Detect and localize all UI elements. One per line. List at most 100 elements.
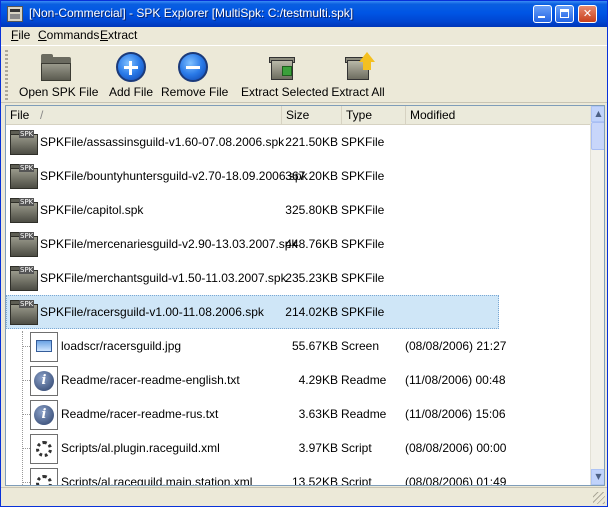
menu-file[interactable]: File [11, 28, 30, 42]
scroll-down-button[interactable]: ▼ [591, 469, 604, 485]
file-modified: (08/08/2006) 21:27 [405, 339, 507, 353]
file-size: 214.02KB [285, 305, 338, 319]
file-size: 4.29KB [298, 373, 338, 387]
spk-file-icon: SPK [10, 164, 38, 190]
file-type: Script [341, 475, 372, 486]
script-file-icon [30, 434, 58, 464]
extract-all-label: Extract All [331, 85, 385, 99]
list-header: File / Size Type Modified [6, 106, 590, 125]
file-name: SPKFile/assassinsguild-v1.60-07.08.2006.… [40, 135, 285, 149]
close-icon: ✕ [582, 7, 593, 20]
maximize-button[interactable] [555, 5, 574, 23]
list-item[interactable]: SPK SPKFile/merchantsguild-v1.50-11.03.2… [6, 261, 590, 295]
status-bar [1, 487, 607, 506]
file-size: 3.97KB [298, 441, 338, 455]
file-type: Readme [341, 373, 387, 387]
file-name: SPKFile/bountyhuntersguild-v2.70-18.09.2… [40, 169, 308, 183]
file-type: SPKFile [341, 237, 385, 251]
extract-all-button[interactable]: Extract All [331, 50, 385, 102]
list-item[interactable]: loadscr/racersguild.jpg 55.67KB Screen (… [6, 329, 590, 363]
minimize-icon [538, 16, 545, 18]
file-size: 221.50KB [285, 135, 338, 149]
file-modified: (08/08/2006) 00:00 [405, 441, 507, 455]
title-bar[interactable]: [Non-Commercial] - SPK Explorer [MultiSp… [1, 1, 607, 27]
column-type[interactable]: Type [342, 106, 406, 125]
resize-grip[interactable] [593, 492, 605, 504]
file-name: loadscr/racersguild.jpg [61, 339, 182, 353]
file-name: Scripts/al.raceguild.main.station.xml [61, 475, 253, 486]
extract-selected-label: Extract Selected [241, 85, 329, 99]
file-name: SPKFile/capitol.spk [40, 203, 144, 217]
menu-extract[interactable]: Extract [100, 28, 137, 42]
minus-icon [178, 52, 208, 82]
file-name: SPKFile/mercenariesguild-v2.90-13.03.200… [40, 237, 298, 251]
scroll-up-button[interactable]: ▲ [591, 106, 604, 122]
column-size[interactable]: Size [282, 106, 342, 125]
file-size: 3.63KB [298, 407, 338, 421]
file-name: Readme/racer-readme-rus.txt [61, 407, 219, 421]
column-file[interactable]: File / [6, 106, 282, 125]
app-icon[interactable] [7, 6, 23, 22]
list-item[interactable]: SPK SPKFile/mercenariesguild-v2.90-13.03… [6, 227, 590, 261]
extract-all-icon [341, 52, 375, 84]
spk-file-icon: SPK [10, 300, 38, 326]
list-item[interactable]: i Readme/racer-readme-rus.txt 3.63KB Rea… [6, 397, 590, 431]
file-size: 55.67KB [291, 339, 338, 353]
close-button[interactable]: ✕ [578, 5, 597, 23]
column-modified[interactable]: Modified [406, 106, 590, 125]
list-item[interactable]: i Readme/racer-readme-english.txt 4.29KB… [6, 363, 590, 397]
file-size: 235.23KB [285, 271, 338, 285]
maximize-icon [560, 9, 569, 18]
info-file-icon: i [30, 400, 58, 430]
file-type: SPKFile [341, 271, 385, 285]
add-file-label: Add File [109, 85, 154, 99]
file-type: SPKFile [341, 135, 385, 149]
list-item[interactable]: SPK SPKFile/bountyhuntersguild-v2.70-18.… [6, 159, 590, 193]
minimize-button[interactable] [533, 5, 552, 23]
spk-file-icon: SPK [10, 130, 38, 156]
open-spk-file-label: Open SPK File [19, 85, 99, 99]
toolbar-grip[interactable] [5, 50, 8, 100]
file-size: 325.80KB [285, 203, 338, 217]
column-file-label: File [10, 108, 30, 122]
file-name: SPKFile/merchantsguild-v1.50-11.03.2007.… [40, 271, 287, 285]
file-type: Readme [341, 407, 387, 421]
file-name: Readme/racer-readme-english.txt [61, 373, 240, 387]
add-file-button[interactable]: Add File [109, 50, 153, 102]
file-type: SPKFile [341, 305, 385, 319]
open-spk-file-button[interactable]: Open SPK File [19, 50, 99, 102]
spk-file-icon: SPK [10, 232, 38, 258]
scroll-thumb[interactable] [591, 122, 604, 150]
file-list[interactable]: File / Size Type Modified SPK SPKFile/as… [5, 105, 605, 486]
sort-indicator: / [40, 108, 44, 122]
file-modified: (08/08/2006) 01:49 [405, 475, 507, 486]
spk-file-icon: SPK [10, 266, 38, 292]
list-item[interactable]: Scripts/al.plugin.raceguild.xml 3.97KB S… [6, 431, 590, 465]
list-item[interactable]: SPK SPKFile/capitol.spk 325.80KB SPKFile [6, 193, 590, 227]
remove-file-label: Remove File [161, 85, 229, 99]
window-title: [Non-Commercial] - SPK Explorer [MultiSp… [29, 6, 354, 20]
file-size: 448.76KB [285, 237, 338, 251]
file-size: 13.52KB [291, 475, 338, 486]
file-name: SPKFile/racersguild-v1.00-11.08.2006.spk [40, 305, 264, 319]
extract-selected-icon [265, 52, 299, 84]
list-item-selected[interactable]: SPK SPKFile/racersguild-v1.00-11.08.2006… [6, 295, 590, 329]
file-name: Scripts/al.plugin.raceguild.xml [61, 441, 220, 455]
plus-icon [116, 52, 146, 82]
spk-file-icon: SPK [10, 198, 38, 224]
toolbar: Open SPK File Add File Remove File Extra… [1, 45, 607, 103]
script-file-icon [30, 468, 58, 485]
file-type: Script [341, 441, 372, 455]
folder-icon [39, 52, 73, 84]
list-item[interactable]: SPK SPKFile/assassinsguild-v1.60-07.08.2… [6, 125, 590, 159]
remove-file-button[interactable]: Remove File [161, 50, 229, 102]
file-type: SPKFile [341, 203, 385, 217]
file-size: 367.20KB [285, 169, 338, 183]
file-modified: (11/08/2006) 00:48 [405, 373, 506, 387]
extract-selected-button[interactable]: Extract Selected [241, 50, 329, 102]
list-item[interactable]: Scripts/al.raceguild.main.station.xml 13… [6, 465, 590, 486]
menu-commands[interactable]: Commands [38, 28, 99, 42]
file-modified: (11/08/2006) 15:06 [405, 407, 506, 421]
vertical-scrollbar[interactable]: ▲ ▼ [590, 106, 604, 485]
image-file-icon [30, 332, 58, 362]
